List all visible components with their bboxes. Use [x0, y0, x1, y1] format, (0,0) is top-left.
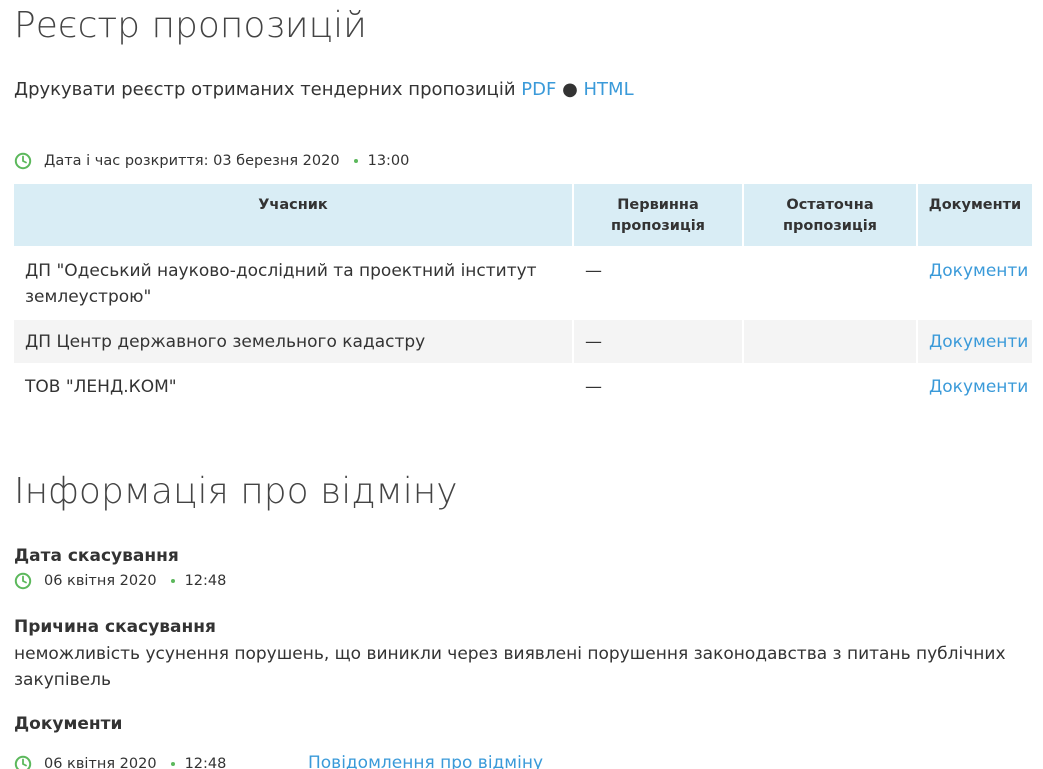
documents-link[interactable]: Документи: [929, 261, 1028, 281]
table-row: ДП Центр державного земельного кадастру …: [14, 320, 1032, 363]
final-bid: [743, 246, 918, 320]
opening-datetime: Дата і час розкриття: 03 березня 2020 13…: [14, 151, 409, 171]
link-separator: ●: [562, 79, 578, 100]
cancellation-documents-label: Документи: [14, 714, 123, 734]
documents-link[interactable]: Документи: [929, 332, 1028, 352]
time-separator-dot: [170, 762, 175, 766]
clock-icon: [14, 755, 32, 769]
pdf-link[interactable]: PDF: [521, 79, 556, 100]
table-row: ТОВ "ЛЕНД.КОМ" — Документи: [14, 363, 1032, 410]
bids-table: Учасник Первинна пропозиція Остаточна пр…: [14, 184, 1032, 410]
cancellation-title: Інформація про відміну: [14, 471, 458, 512]
initial-bid: —: [573, 246, 744, 320]
print-registry-line: Друкувати реєстр отриманих тендерних про…: [14, 78, 634, 102]
registry-title: Реєстр пропозицій: [14, 5, 367, 46]
table-row: ДП "Одеський науково-дослідний та проект…: [14, 246, 1032, 320]
cancellation-reason-label: Причина скасування: [14, 617, 216, 637]
cancellation-datetime: 06 квітня 2020 12:48: [14, 571, 226, 591]
cancellation-date-label: Дата скасування: [14, 546, 179, 566]
header-participant: Учасник: [14, 184, 574, 246]
initial-bid: —: [573, 320, 744, 363]
cancellation-reason: неможливість усунення порушень, що виник…: [14, 644, 1006, 690]
table-header-row: Учасник Первинна пропозиція Остаточна пр…: [14, 184, 1032, 246]
initial-bid: —: [573, 363, 744, 410]
opening-time: 13:00: [367, 153, 410, 169]
cancellation-date: 06 квітня 2020: [44, 573, 157, 589]
documents-link[interactable]: Документи: [929, 377, 1028, 397]
document-date: 06 квітня 2020: [44, 756, 157, 769]
opening-date: Дата і час розкриття: 03 березня 2020: [44, 153, 340, 169]
print-registry-text: Друкувати реєстр отриманих тендерних про…: [14, 79, 516, 100]
participant-name: ДП "Одеський науково-дослідний та проект…: [14, 246, 574, 320]
header-initial-bid: Первинна пропозиція: [573, 184, 744, 246]
time-separator-dot: [170, 579, 175, 583]
participant-name: ТОВ "ЛЕНД.КОМ": [14, 363, 574, 410]
time-separator-dot: [353, 159, 358, 163]
document-datetime: 06 квітня 2020 12:48: [14, 754, 226, 769]
header-final-bid: Остаточна пропозиція: [743, 184, 918, 246]
clock-icon: [14, 572, 32, 590]
html-link[interactable]: HTML: [584, 79, 634, 100]
cancellation-notice-link[interactable]: Повідомлення про відміну: [308, 752, 543, 769]
final-bid: [743, 320, 918, 363]
clock-icon: [14, 152, 32, 170]
header-documents: Документи: [917, 184, 1032, 246]
participant-name: ДП Центр державного земельного кадастру: [14, 320, 574, 363]
document-time: 12:48: [184, 756, 227, 769]
final-bid: [743, 363, 918, 410]
page: Реєстр пропозицій Друкувати реєстр отрим…: [0, 0, 1043, 769]
cancellation-time: 12:48: [184, 573, 227, 589]
